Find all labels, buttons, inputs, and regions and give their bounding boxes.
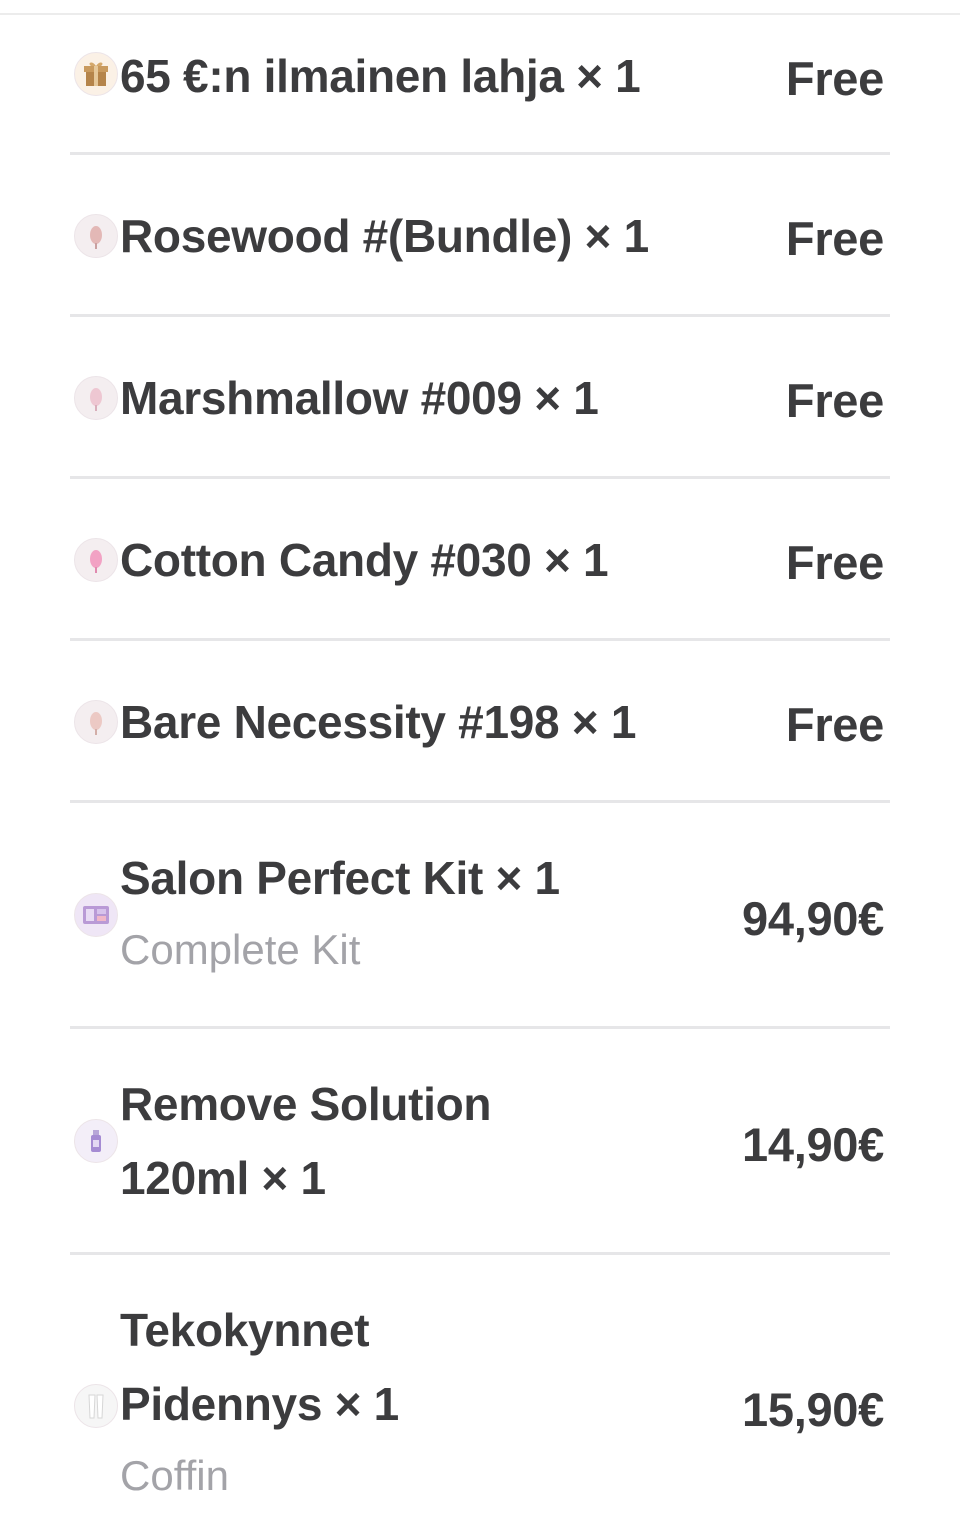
item-price: 94,90€: [742, 892, 884, 945]
order-item[interactable]: Bare Necessity #198 × 1 Free: [70, 641, 890, 803]
order-item[interactable]: Rosewood #(Bundle) × 1 Free: [70, 155, 890, 317]
order-item[interactable]: Cotton Candy #030 × 1 Free: [70, 479, 890, 641]
item-name: 65 €:n ilmainen lahja × 1: [120, 50, 641, 102]
bottle-icon: [74, 1119, 118, 1163]
item-price: Free: [785, 52, 884, 105]
nail-tips-icon: [74, 1384, 118, 1428]
nail-polish-icon: [74, 376, 118, 420]
order-item[interactable]: 65 €:n ilmainen lahja × 1 Free: [70, 15, 890, 155]
order-item[interactable]: Marshmallow #009 × 1 Free: [70, 317, 890, 479]
item-name: Rosewood #(Bundle) × 1: [120, 210, 649, 262]
item-price: Free: [785, 212, 884, 265]
item-price: Free: [785, 374, 884, 427]
item-price: 14,90€: [742, 1118, 884, 1171]
item-variant: Complete Kit: [120, 926, 361, 973]
order-item[interactable]: Remove Solution 120ml × 1 14,90€: [70, 1029, 890, 1255]
item-variant: Coffin: [120, 1452, 229, 1499]
kit-box-icon: [74, 893, 118, 937]
item-price: 15,90€: [742, 1383, 884, 1436]
item-name: Salon Perfect Kit × 1: [120, 852, 560, 904]
nail-polish-icon: [74, 214, 118, 258]
gift-box-icon: [74, 52, 118, 96]
nail-polish-icon: [74, 538, 118, 582]
nail-polish-icon: [74, 700, 118, 744]
item-name: Bare Necessity #198 × 1: [120, 696, 637, 748]
item-name-line2: 120ml × 1: [120, 1152, 326, 1204]
item-name-line1: Tekokynnet: [120, 1304, 370, 1356]
item-name: Cotton Candy #030 × 1: [120, 534, 609, 586]
item-name-line2: Pidennys × 1: [120, 1378, 399, 1430]
order-item[interactable]: Salon Perfect Kit × 1 Complete Kit 94,90…: [70, 803, 890, 1029]
item-name: Marshmallow #009 × 1: [120, 372, 599, 424]
item-price: Free: [785, 698, 884, 751]
item-name-line1: Remove Solution: [120, 1078, 492, 1130]
order-item[interactable]: Tekokynnet Pidennys × 1 Coffin 15,90€: [70, 1255, 890, 1515]
order-item-list: 65 €:n ilmainen lahja × 1 Free Rosewood …: [70, 15, 890, 1515]
item-price: Free: [785, 536, 884, 589]
